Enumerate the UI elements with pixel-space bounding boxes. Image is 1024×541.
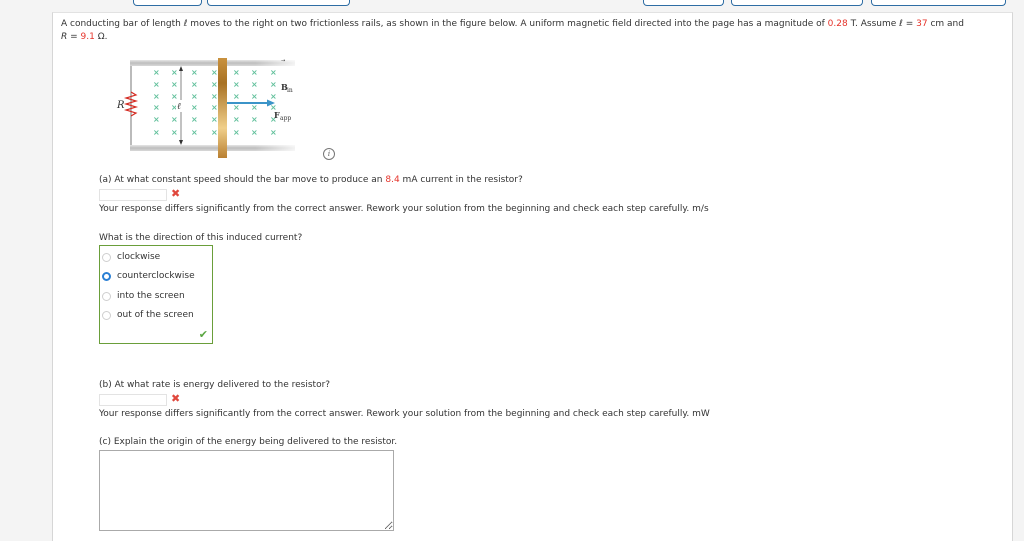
part-a-question: (a) At what constant speed should the ba… [99, 175, 523, 185]
part-a-feedback: Your response differs significantly from… [99, 204, 709, 214]
rail-bar-figure: R × × × × × × × × × × × × × × × × × × × × × × × × × × × × × × × × × × × × × ×… [116, 58, 305, 158]
field-x-mark: × [233, 68, 240, 77]
field-subscript: in [287, 87, 293, 94]
field-x-mark: × [191, 92, 198, 101]
feedback-text: Your response differs significantly from… [99, 204, 690, 214]
field-x-mark: × [211, 92, 218, 101]
radio-button-selected[interactable] [102, 271, 111, 281]
field-x-mark: × [211, 115, 218, 124]
option-into-screen[interactable]: into the screen [102, 289, 185, 303]
feedback-text: Your response differs significantly from… [99, 409, 690, 419]
part-a-text-2: mA current in the resistor? [399, 175, 523, 185]
field-x-mark: × [211, 80, 218, 89]
intro-text-2: T. Assume ℓ = [847, 19, 917, 29]
option-clockwise[interactable]: clockwise [102, 250, 160, 264]
toolbar-button-4[interactable] [731, 0, 863, 6]
correct-check-icon: ✔ [198, 328, 208, 341]
field-x-mark: × [251, 103, 258, 112]
toolbar-button-2[interactable] [207, 0, 350, 6]
part-b-answer-input[interactable] [99, 394, 167, 406]
direction-prompt: What is the direction of this induced cu… [99, 233, 303, 243]
svg-text:→: → [281, 58, 285, 64]
conducting-bar [218, 58, 227, 158]
top-toolbar [0, 0, 1024, 12]
field-x-mark: × [191, 115, 198, 124]
part-a-answer-input[interactable] [99, 189, 167, 201]
field-x-mark: × [191, 68, 198, 77]
field-x-mark: × [270, 80, 277, 89]
field-x-mark: × [251, 92, 258, 101]
force-subscript: app [280, 115, 291, 122]
radio-button[interactable] [102, 291, 111, 301]
field-x-mark: × [153, 68, 160, 77]
field-x-mark: × [233, 80, 240, 89]
field-x-mark: × [251, 128, 258, 137]
radio-button[interactable] [102, 252, 111, 262]
field-x-mark: × [270, 92, 277, 101]
current-value: 8.4 [385, 175, 400, 185]
incorrect-icon: ✖ [171, 187, 181, 200]
field-value: 0.28 [827, 19, 848, 29]
part-b-question: (b) At what rate is energy delivered to … [99, 380, 331, 390]
field-x-mark: × [233, 92, 240, 101]
info-icon[interactable]: i [323, 148, 335, 160]
incorrect-icon: ✖ [171, 392, 181, 405]
field-x-mark: × [251, 115, 258, 124]
field-x-mark: × [153, 80, 160, 89]
problem-statement: A conducting bar of length ℓ moves to th… [61, 18, 1011, 44]
resistor-label: R [116, 100, 125, 111]
part-a-unit: m/s [692, 204, 709, 214]
option-label: out of the screen [117, 310, 194, 320]
option-out-of-screen[interactable]: out of the screen [102, 308, 194, 322]
field-x-mark: × [153, 103, 160, 112]
part-c-question: (c) Explain the origin of the energy bei… [99, 437, 398, 447]
part-a-text: (a) At what constant speed should the ba… [99, 175, 386, 185]
field-x-mark: × [251, 80, 258, 89]
field-x-mark: × [211, 128, 218, 137]
length-label: ℓ [177, 102, 181, 112]
part-c-answer-textarea[interactable] [99, 450, 394, 531]
field-x-mark: × [270, 128, 277, 137]
field-x-mark: × [153, 115, 160, 124]
length-value: 37 [916, 19, 928, 29]
field-x-mark: × [153, 128, 160, 137]
toolbar-button-3[interactable] [643, 0, 724, 6]
resistance-label: R = [61, 32, 81, 42]
intro-text: A conducting bar of length ℓ moves to th… [61, 19, 828, 29]
part-b-unit: mW [692, 409, 710, 419]
field-x-mark: × [153, 92, 160, 101]
option-label: counterclockwise [117, 271, 195, 281]
part-b-feedback: Your response differs significantly from… [99, 409, 710, 419]
field-x-mark: × [233, 115, 240, 124]
toolbar-button-1[interactable] [133, 0, 202, 6]
field-x-mark: × [171, 92, 178, 101]
field-x-mark: × [233, 103, 240, 112]
direction-options: clockwise counterclockwise into the scre… [99, 245, 213, 344]
field-x-mark: × [191, 128, 198, 137]
option-label: clockwise [117, 252, 161, 262]
field-x-mark: × [191, 80, 198, 89]
field-x-mark: × [171, 115, 178, 124]
field-x-mark: × [233, 128, 240, 137]
intro-text-3: cm and [927, 19, 964, 29]
field-x-mark: × [211, 68, 218, 77]
field-x-mark: × [171, 128, 178, 137]
field-x-mark: × [251, 68, 258, 77]
field-x-mark: × [191, 103, 198, 112]
option-counterclockwise[interactable]: counterclockwise [102, 269, 195, 283]
field-x-mark: × [211, 103, 218, 112]
radio-button[interactable] [102, 310, 111, 320]
field-x-mark: × [171, 68, 178, 77]
field-x-mark: × [171, 80, 178, 89]
option-label: into the screen [117, 291, 185, 301]
toolbar-button-5[interactable] [871, 0, 1006, 6]
resistance-unit: Ω. [94, 32, 108, 42]
field-x-mark: × [270, 68, 277, 77]
resistance-value: 9.1 [80, 32, 95, 42]
